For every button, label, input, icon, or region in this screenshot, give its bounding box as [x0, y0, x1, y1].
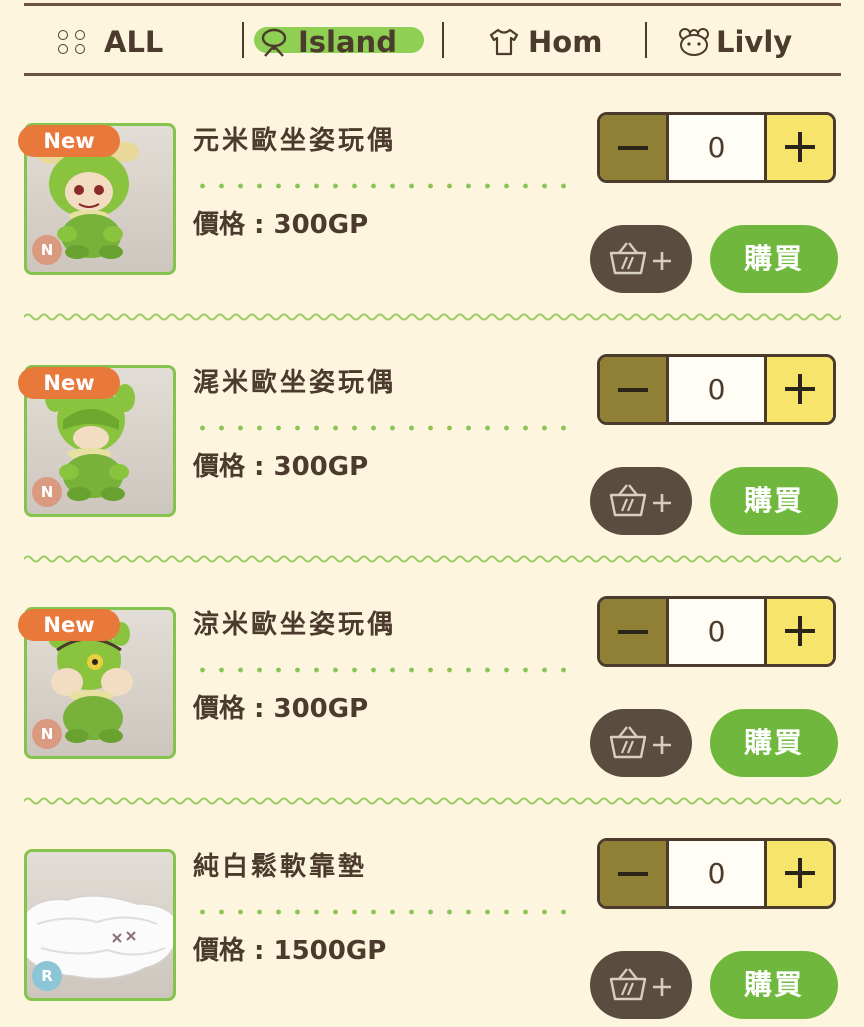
- shop-item: New N 元米歐坐姿玩偶 價格 : 300GP 0 購買: [0, 0, 864, 321]
- shop-item: New N 浘米歐坐姿玩偶 價格 : 300GP 0 購買: [0, 242, 864, 563]
- rarity-badge: R: [32, 961, 62, 991]
- item-name: 元米歐坐姿玩偶: [193, 126, 397, 156]
- dotted-divider: [193, 425, 578, 431]
- decrease-quantity-button[interactable]: [600, 357, 669, 422]
- increase-quantity-button[interactable]: [764, 599, 833, 664]
- buy-button[interactable]: 購買: [710, 951, 838, 1019]
- quantity-stepper: 0: [597, 838, 836, 909]
- item-price: 價格 : 300GP: [193, 452, 369, 482]
- basket-plus-icon: [609, 968, 671, 1001]
- item-name: 涼米歐坐姿玩偶: [193, 610, 397, 640]
- new-badge: New: [18, 125, 120, 157]
- increase-quantity-button[interactable]: [764, 115, 833, 180]
- decrease-quantity-button[interactable]: [600, 599, 669, 664]
- minus-icon: [618, 387, 648, 392]
- new-badge: New: [18, 367, 120, 399]
- minus-icon: [618, 871, 648, 876]
- minus-icon: [618, 145, 648, 150]
- quantity-stepper: 0: [597, 596, 836, 667]
- dotted-divider: [193, 183, 578, 189]
- quantity-value: 0: [707, 615, 726, 648]
- new-badge: New: [18, 609, 120, 641]
- decrease-quantity-button[interactable]: [600, 841, 669, 906]
- dotted-divider: [193, 667, 578, 673]
- item-price: 價格 : 300GP: [193, 694, 369, 724]
- dotted-divider: [193, 909, 578, 915]
- quantity-value: 0: [707, 857, 726, 890]
- increase-quantity-button[interactable]: [764, 841, 833, 906]
- minus-icon: [618, 629, 648, 634]
- quantity-stepper: 0: [597, 354, 836, 425]
- item-price: 價格 : 1500GP: [193, 936, 387, 966]
- item-price: 價格 : 300GP: [193, 210, 369, 240]
- decrease-quantity-button[interactable]: [600, 115, 669, 180]
- quantity-value: 0: [707, 131, 726, 164]
- item-name: 純白鬆軟靠墊: [193, 852, 368, 882]
- add-to-cart-button[interactable]: [590, 951, 692, 1019]
- quantity-stepper: 0: [597, 112, 836, 183]
- increase-quantity-button[interactable]: [764, 357, 833, 422]
- shop-item: New N 涼米歐坐姿玩偶 價格 : 300GP 0 購買: [0, 484, 864, 805]
- item-name: 浘米歐坐姿玩偶: [193, 368, 397, 398]
- quantity-value: 0: [707, 373, 726, 406]
- shop-item: R 純白鬆軟靠墊 價格 : 1500GP 0 購買: [0, 726, 864, 1019]
